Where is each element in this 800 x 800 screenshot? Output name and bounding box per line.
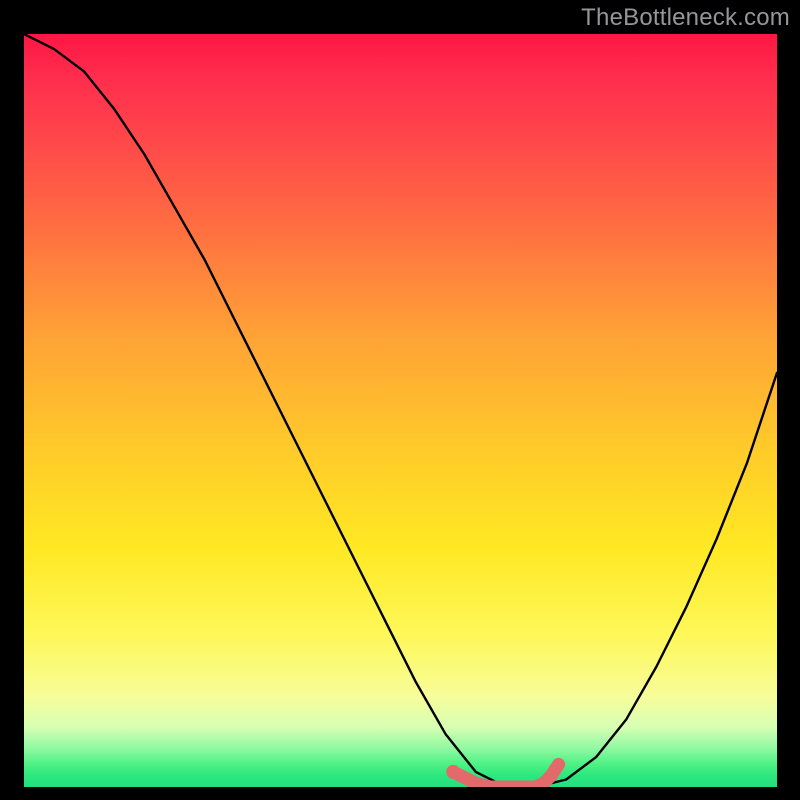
plot-area — [24, 34, 777, 787]
chart-stage: TheBottleneck.com — [0, 0, 800, 800]
attribution-label: TheBottleneck.com — [581, 4, 790, 32]
chart-svg — [24, 34, 777, 787]
optimal-zone-start-dot — [446, 765, 460, 779]
bottleneck-curve — [24, 34, 777, 787]
optimal-zone — [453, 764, 558, 787]
